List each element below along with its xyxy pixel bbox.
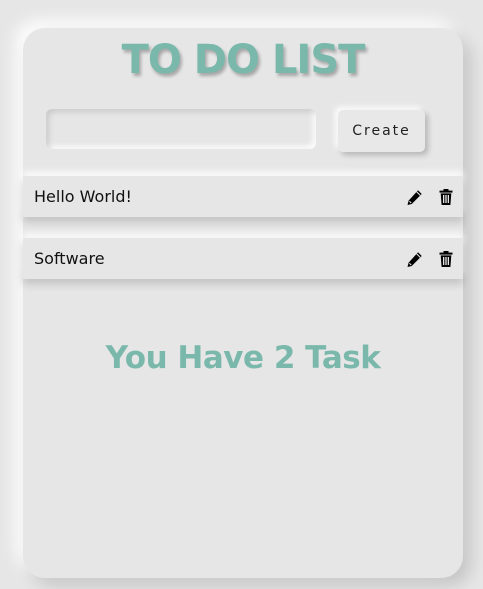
pencil-icon[interactable]: [404, 187, 424, 207]
pencil-icon[interactable]: [404, 249, 424, 269]
task-item: Hello World!: [23, 176, 463, 217]
task-count-text: You Have 2 Task: [105, 340, 381, 376]
task-text: Hello World!: [34, 187, 132, 206]
app-title: TO DO LIST: [121, 37, 366, 83]
trash-icon[interactable]: [436, 187, 456, 207]
task-list: Hello World! Software: [23, 176, 463, 300]
task-input[interactable]: [46, 109, 316, 149]
todo-card: TO DO LIST Create Hello World! Software …: [23, 28, 463, 578]
trash-icon[interactable]: [436, 249, 456, 269]
task-item: Software: [23, 238, 463, 279]
create-button[interactable]: Create: [338, 110, 425, 152]
task-text: Software: [34, 249, 105, 268]
